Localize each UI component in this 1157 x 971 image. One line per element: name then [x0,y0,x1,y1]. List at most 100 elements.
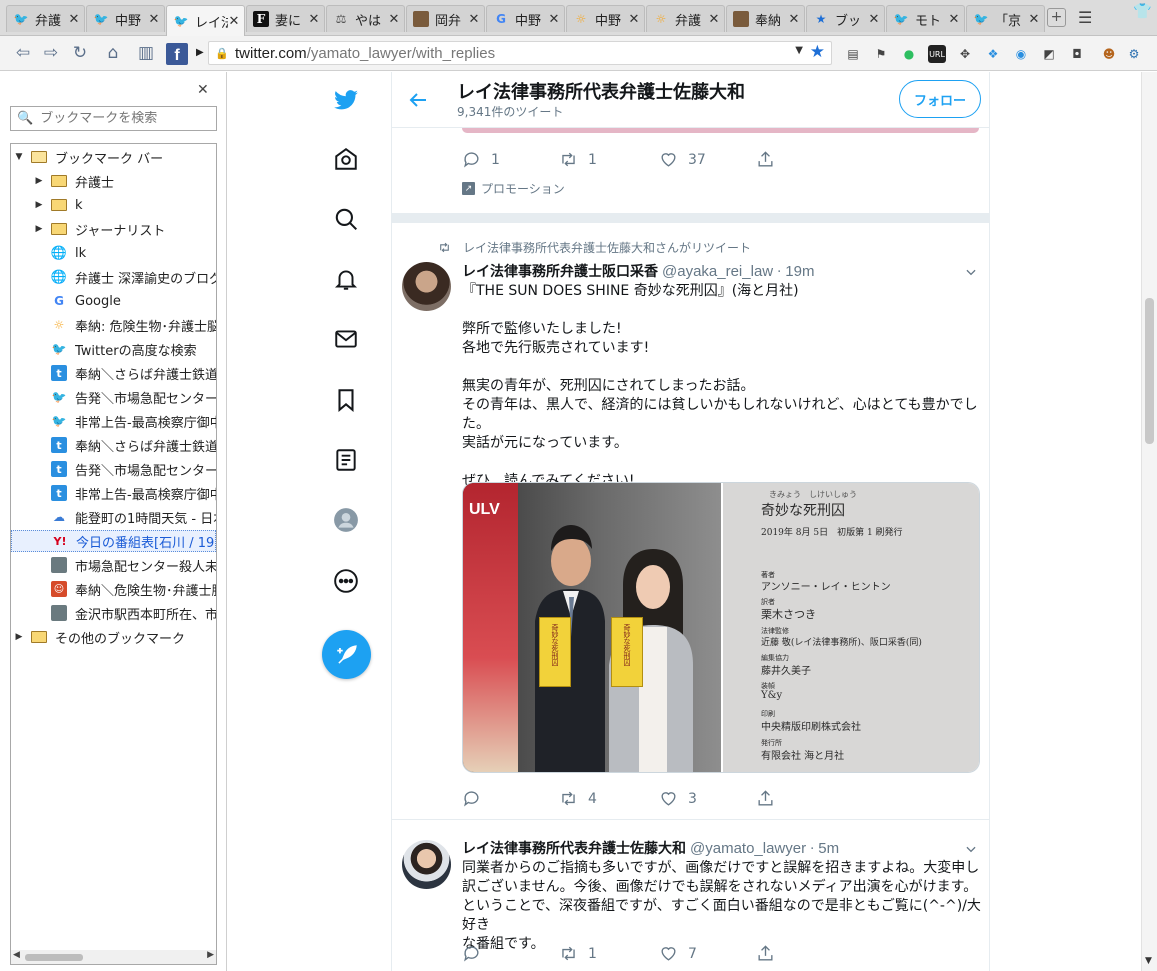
tab-close-icon[interactable]: ✕ [1028,12,1040,27]
author-name[interactable]: レイ法律事務所弁護士阪口采香 [462,261,658,281]
page-scrollbar[interactable]: ▼ [1141,72,1157,971]
chevron-down-icon[interactable] [964,842,978,856]
browser-tab[interactable]: 🐦 弁護 ✕ [6,5,85,32]
chevron-down-icon[interactable] [964,265,978,279]
tab-close-icon[interactable]: ✕ [948,12,960,27]
compose-tweet-button[interactable] [322,630,371,679]
bookmark-item[interactable]: Y! 今日の番組表[石川 / 19 - [11,530,216,552]
scroll-left-icon[interactable]: ◀ [13,950,20,960]
dropbox-icon[interactable]: ❖ [984,45,1002,63]
bookmark-item[interactable]: t 奉納＼さらば弁護士鉄道･ [11,434,216,456]
bookmark-item[interactable]: ▶ ジャーナリスト [11,218,216,240]
bookmark-icon[interactable]: ⚑ [872,45,890,63]
reader-icon[interactable]: ▤ [844,45,862,63]
scroll-right-icon[interactable]: ▶ [207,950,214,960]
reply-button[interactable] [462,789,491,808]
facebook-icon[interactable]: f [166,43,188,65]
share-button[interactable] [756,150,775,169]
home-icon[interactable] [331,144,361,174]
bookmark-search[interactable]: 🔍 [10,106,217,131]
lists-icon[interactable] [331,445,361,475]
send-icon[interactable]: ◉ [1012,45,1030,63]
bookmark-item[interactable]: 市場急配センター殺人未遂 [11,554,216,576]
tab-close-icon[interactable]: ✕ [868,12,880,27]
like-button[interactable]: 3 [659,789,697,808]
twitter-bird-icon[interactable] [331,85,361,115]
share-button[interactable] [756,944,775,963]
bookmark-star-icon[interactable]: ★ [810,42,825,62]
reload-icon[interactable]: ↻ [69,43,91,63]
browser-tab[interactable]: ☼ 中野 ✕ [566,5,645,32]
tab-close-icon[interactable]: ✕ [228,14,240,29]
tab-close-icon[interactable]: ✕ [308,12,320,27]
bookmark-item[interactable]: 金沢市駅西本町所在、市場 [11,602,216,624]
bookmark-item[interactable]: 🐦 Twitterの高度な検索 [11,338,216,360]
browser-tab[interactable]: ☼ 弁護 ✕ [646,5,725,32]
password-icon[interactable]: ◘ [1068,45,1086,63]
scrollbar-thumb[interactable] [25,954,83,961]
bookmark-item[interactable]: ▶ その他のブックマーク [11,626,216,648]
browser-tab[interactable]: 🐦 中野 ✕ [86,5,165,32]
tab-close-icon[interactable]: ✕ [388,12,400,27]
tweet[interactable]: レイ法律事務所代表弁護士佐藤大和 @yamato_lawyer · 5m 同業者… [392,824,989,971]
tab-close-icon[interactable]: ✕ [708,12,720,27]
collapsed-arrow-icon[interactable]: ▶ [33,224,45,234]
like-button[interactable]: 37 [659,150,706,169]
browser-tab[interactable]: 🐦 「京 ✕ [966,5,1045,32]
extension-face-icon[interactable]: ☻ [1100,45,1118,63]
expanded-arrow-icon[interactable]: ▼ [13,152,25,162]
notifications-bell-icon[interactable] [331,264,361,294]
retweet-button[interactable]: 4 [559,789,597,808]
home-icon[interactable]: ⌂ [102,43,124,63]
collapsed-arrow-icon[interactable]: ▶ [13,632,25,642]
like-button[interactable]: 7 [659,944,697,963]
crosshair-icon[interactable]: ✥ [956,45,974,63]
bookmark-item[interactable]: t 奉納＼さらば弁護士鉄道･ [11,362,216,384]
pencil-note-icon[interactable]: ◩ [1040,45,1058,63]
collapsed-arrow-icon[interactable]: ▶ [33,176,45,186]
previous-tweet-image[interactable] [462,128,979,133]
tab-list-menu-icon[interactable]: ☰ [1078,8,1092,27]
tab-close-icon[interactable]: ✕ [548,12,560,27]
bookmark-item[interactable]: ▼ ブックマーク バー [11,146,216,168]
bookmark-item[interactable]: 🐦 非常上告-最高検察庁御中 [11,410,216,432]
bookmark-item[interactable]: ☁ 能登町の1時間天気 - 日本 [11,506,216,528]
bookmark-item[interactable]: t 告発＼市場急配センター殺 [11,458,216,480]
tweet[interactable]: レイ法律事務所代表弁護士佐藤大和さんがリツイート レイ法律事務所弁護士阪口采香 … [392,223,989,820]
address-bar[interactable]: 🔒 twitter.com/yamato_lawyer/with_replies… [208,41,832,65]
bookmark-item[interactable]: ▶ 弁護士 [11,170,216,192]
url-shortener-icon[interactable]: URL [928,45,946,63]
bookmark-item[interactable]: 🐦 告発＼市場急配センター殺 [11,386,216,408]
bookmark-item[interactable]: 🌐 弁護士 深澤諭史のブログ [11,266,216,288]
author-handle[interactable]: @ayaka_rei_law [662,263,773,280]
follow-button[interactable]: フォロー [899,80,981,118]
back-arrow-icon[interactable]: ⇦ [12,43,34,63]
share-button[interactable] [756,789,775,808]
url-dropdown-icon[interactable]: ▼ [795,45,803,56]
bookmarks-panel-icon[interactable]: ▥ [135,43,157,63]
bookmark-item[interactable]: ▶ k [11,194,216,216]
profile-avatar-icon[interactable] [331,505,361,535]
close-icon[interactable]: ✕ [197,82,209,98]
collapsed-arrow-icon[interactable]: ▶ [33,200,45,210]
bookmark-item[interactable]: ☼ 奉納: 危険生物･弁護士脳 [11,314,216,336]
tab-close-icon[interactable]: ✕ [468,12,480,27]
tweet-media[interactable]: ULV 奇妙な死刑囚 奇妙な死刑囚 きみょう しけいしゅう 奇妙な死刑囚 201… [462,482,980,773]
retweet-button[interactable]: 1 [559,150,597,169]
browser-tab[interactable]: 岡弁 ✕ [406,5,485,32]
photo-book-colophon[interactable]: きみょう しけいしゅう 奇妙な死刑囚 2019年 8月 5日 初版第 1 刷発行… [721,483,979,772]
tweet-time[interactable]: 19m [785,263,814,280]
browser-tab[interactable]: 🐦 レイ法✕ [166,5,245,36]
browser-tab[interactable]: 奉納 ✕ [726,5,805,32]
tab-close-icon[interactable]: ✕ [148,12,160,27]
more-options-icon[interactable] [331,566,361,596]
reply-button[interactable] [462,944,491,963]
tweet-time[interactable]: 5m [818,840,839,857]
bookmark-item[interactable]: ☺ 奉納＼危険生物･弁護士脳 [11,578,216,600]
bookmark-item[interactable]: t 非常上告-最高検察庁御中 [11,482,216,504]
browser-tab[interactable]: G 中野 ✕ [486,5,565,32]
forward-arrow-icon[interactable]: ⇨ [40,43,62,63]
toolbar-overflow-icon[interactable]: ▶ [196,47,204,58]
scroll-down-icon[interactable]: ▼ [1145,956,1152,966]
browser-tab[interactable]: ★ ブッ ✕ [806,5,885,32]
